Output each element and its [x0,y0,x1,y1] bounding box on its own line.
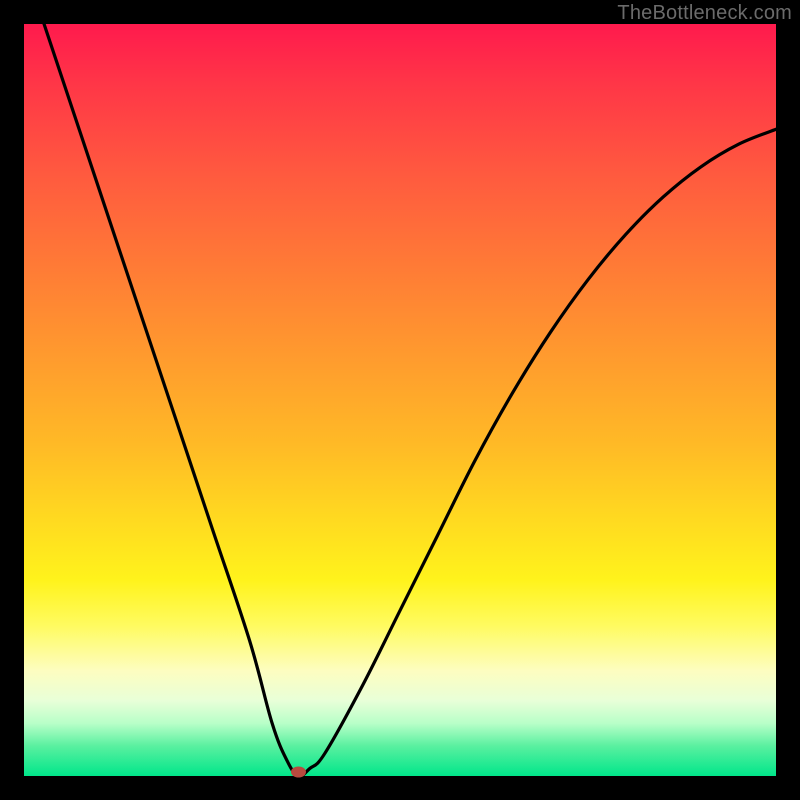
bottleneck-curve [24,0,776,776]
plot-area [24,24,776,776]
min-dot [291,767,305,777]
chart-frame: TheBottleneck.com [0,0,800,800]
chart-svg [24,24,776,776]
watermark-text: TheBottleneck.com [617,2,792,25]
